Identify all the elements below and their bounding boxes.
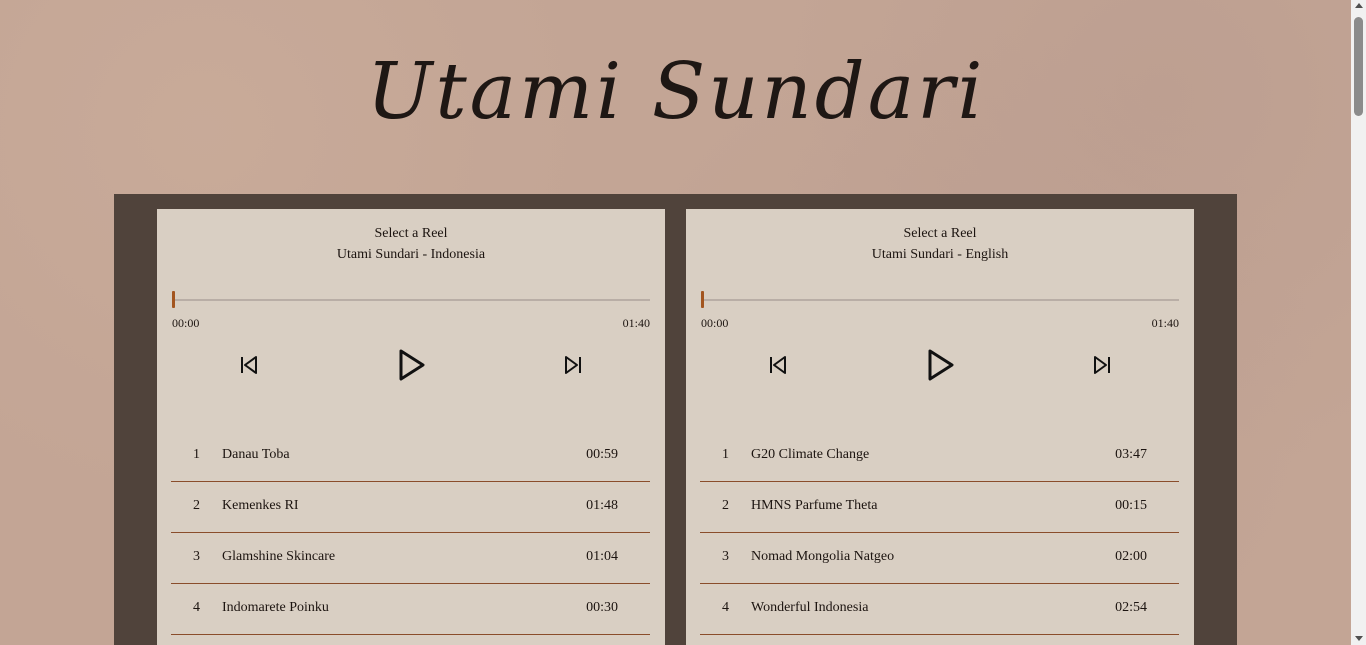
track-number: 2 xyxy=(193,498,200,513)
track-number: 1 xyxy=(193,447,200,462)
reel-title: Select a Reel xyxy=(903,226,977,241)
track-row[interactable]: 1 G20 Climate Change 03:47 xyxy=(700,431,1179,482)
track-name: Wonderful Indonesia xyxy=(751,600,869,615)
track-row[interactable]: 4 Wonderful Indonesia 02:54 xyxy=(700,584,1179,635)
time-total: 01:40 xyxy=(622,316,650,330)
track-number: 4 xyxy=(193,600,200,615)
track-number: 4 xyxy=(722,600,729,615)
track-name: G20 Climate Change xyxy=(751,447,870,462)
seek-bar[interactable] xyxy=(172,299,650,301)
track-duration: 02:00 xyxy=(1115,549,1147,564)
track-name: Indomarete Poinku xyxy=(222,600,329,615)
track-number: 3 xyxy=(193,549,200,564)
reel-subtitle: Utami Sundari - English xyxy=(871,247,1009,262)
track-name: Danau Toba xyxy=(222,447,290,462)
track-name: Kemenkes RI xyxy=(222,498,299,513)
page-scrollbar[interactable] xyxy=(1351,0,1366,645)
reel-player-indonesia: Select a Reel Utami Sundari - Indonesia … xyxy=(157,209,665,645)
previous-button[interactable] xyxy=(758,345,798,385)
brand-logo: Utami Sundari xyxy=(0,30,1351,150)
track-row[interactable]: 4 Indomarete Poinku 00:30 xyxy=(171,584,650,635)
next-button[interactable] xyxy=(553,345,593,385)
track-duration: 00:30 xyxy=(586,600,618,615)
skip-previous-icon xyxy=(241,356,257,374)
track-list: 1 G20 Climate Change 03:47 2 HMNS Parfum… xyxy=(700,431,1179,635)
reel-subtitle: Utami Sundari - Indonesia xyxy=(336,247,486,262)
track-duration: 01:48 xyxy=(586,498,618,513)
skip-previous-icon xyxy=(770,356,786,374)
play-icon xyxy=(928,349,954,381)
track-row[interactable]: 3 Glamshine Skincare 01:04 xyxy=(171,533,650,584)
track-list: 1 Danau Toba 00:59 2 Kemenkes RI 01:48 3… xyxy=(171,431,650,635)
track-row[interactable]: 2 Kemenkes RI 01:48 xyxy=(171,482,650,533)
scroll-down-arrow-icon[interactable] xyxy=(1355,636,1363,641)
track-duration: 01:04 xyxy=(586,549,618,564)
reel-title: Select a Reel xyxy=(374,226,448,241)
reel-player-english: Select a Reel Utami Sundari - English 00… xyxy=(686,209,1194,645)
skip-next-icon xyxy=(565,356,581,374)
skip-next-icon xyxy=(1094,356,1110,374)
time-current: 00:00 xyxy=(701,316,729,330)
next-button[interactable] xyxy=(1082,345,1122,385)
track-row[interactable]: 3 Nomad Mongolia Natgeo 02:00 xyxy=(700,533,1179,584)
track-name: Nomad Mongolia Natgeo xyxy=(751,549,895,564)
track-row[interactable]: 2 HMNS Parfume Theta 00:15 xyxy=(700,482,1179,533)
play-icon xyxy=(399,349,425,381)
time-total: 01:40 xyxy=(1151,316,1179,330)
previous-button[interactable] xyxy=(229,345,269,385)
track-row[interactable]: 1 Danau Toba 00:59 xyxy=(171,431,650,482)
track-duration: 02:54 xyxy=(1115,600,1147,615)
seek-bar[interactable] xyxy=(701,299,1179,301)
seek-handle[interactable] xyxy=(701,291,704,308)
track-duration: 00:15 xyxy=(1115,498,1147,513)
track-number: 2 xyxy=(722,498,729,513)
track-number: 3 xyxy=(722,549,729,564)
track-number: 1 xyxy=(722,447,729,462)
track-name: HMNS Parfume Theta xyxy=(751,498,878,513)
track-duration: 03:47 xyxy=(1115,447,1147,462)
scrollbar-thumb[interactable] xyxy=(1354,17,1363,116)
play-button[interactable] xyxy=(921,345,961,385)
track-name: Glamshine Skincare xyxy=(222,549,336,564)
brand-logo-text: Utami Sundari xyxy=(366,47,985,137)
time-current: 00:00 xyxy=(172,316,200,330)
scroll-up-arrow-icon[interactable] xyxy=(1355,3,1363,8)
play-button[interactable] xyxy=(392,345,432,385)
track-duration: 00:59 xyxy=(586,447,618,462)
seek-handle[interactable] xyxy=(172,291,175,308)
